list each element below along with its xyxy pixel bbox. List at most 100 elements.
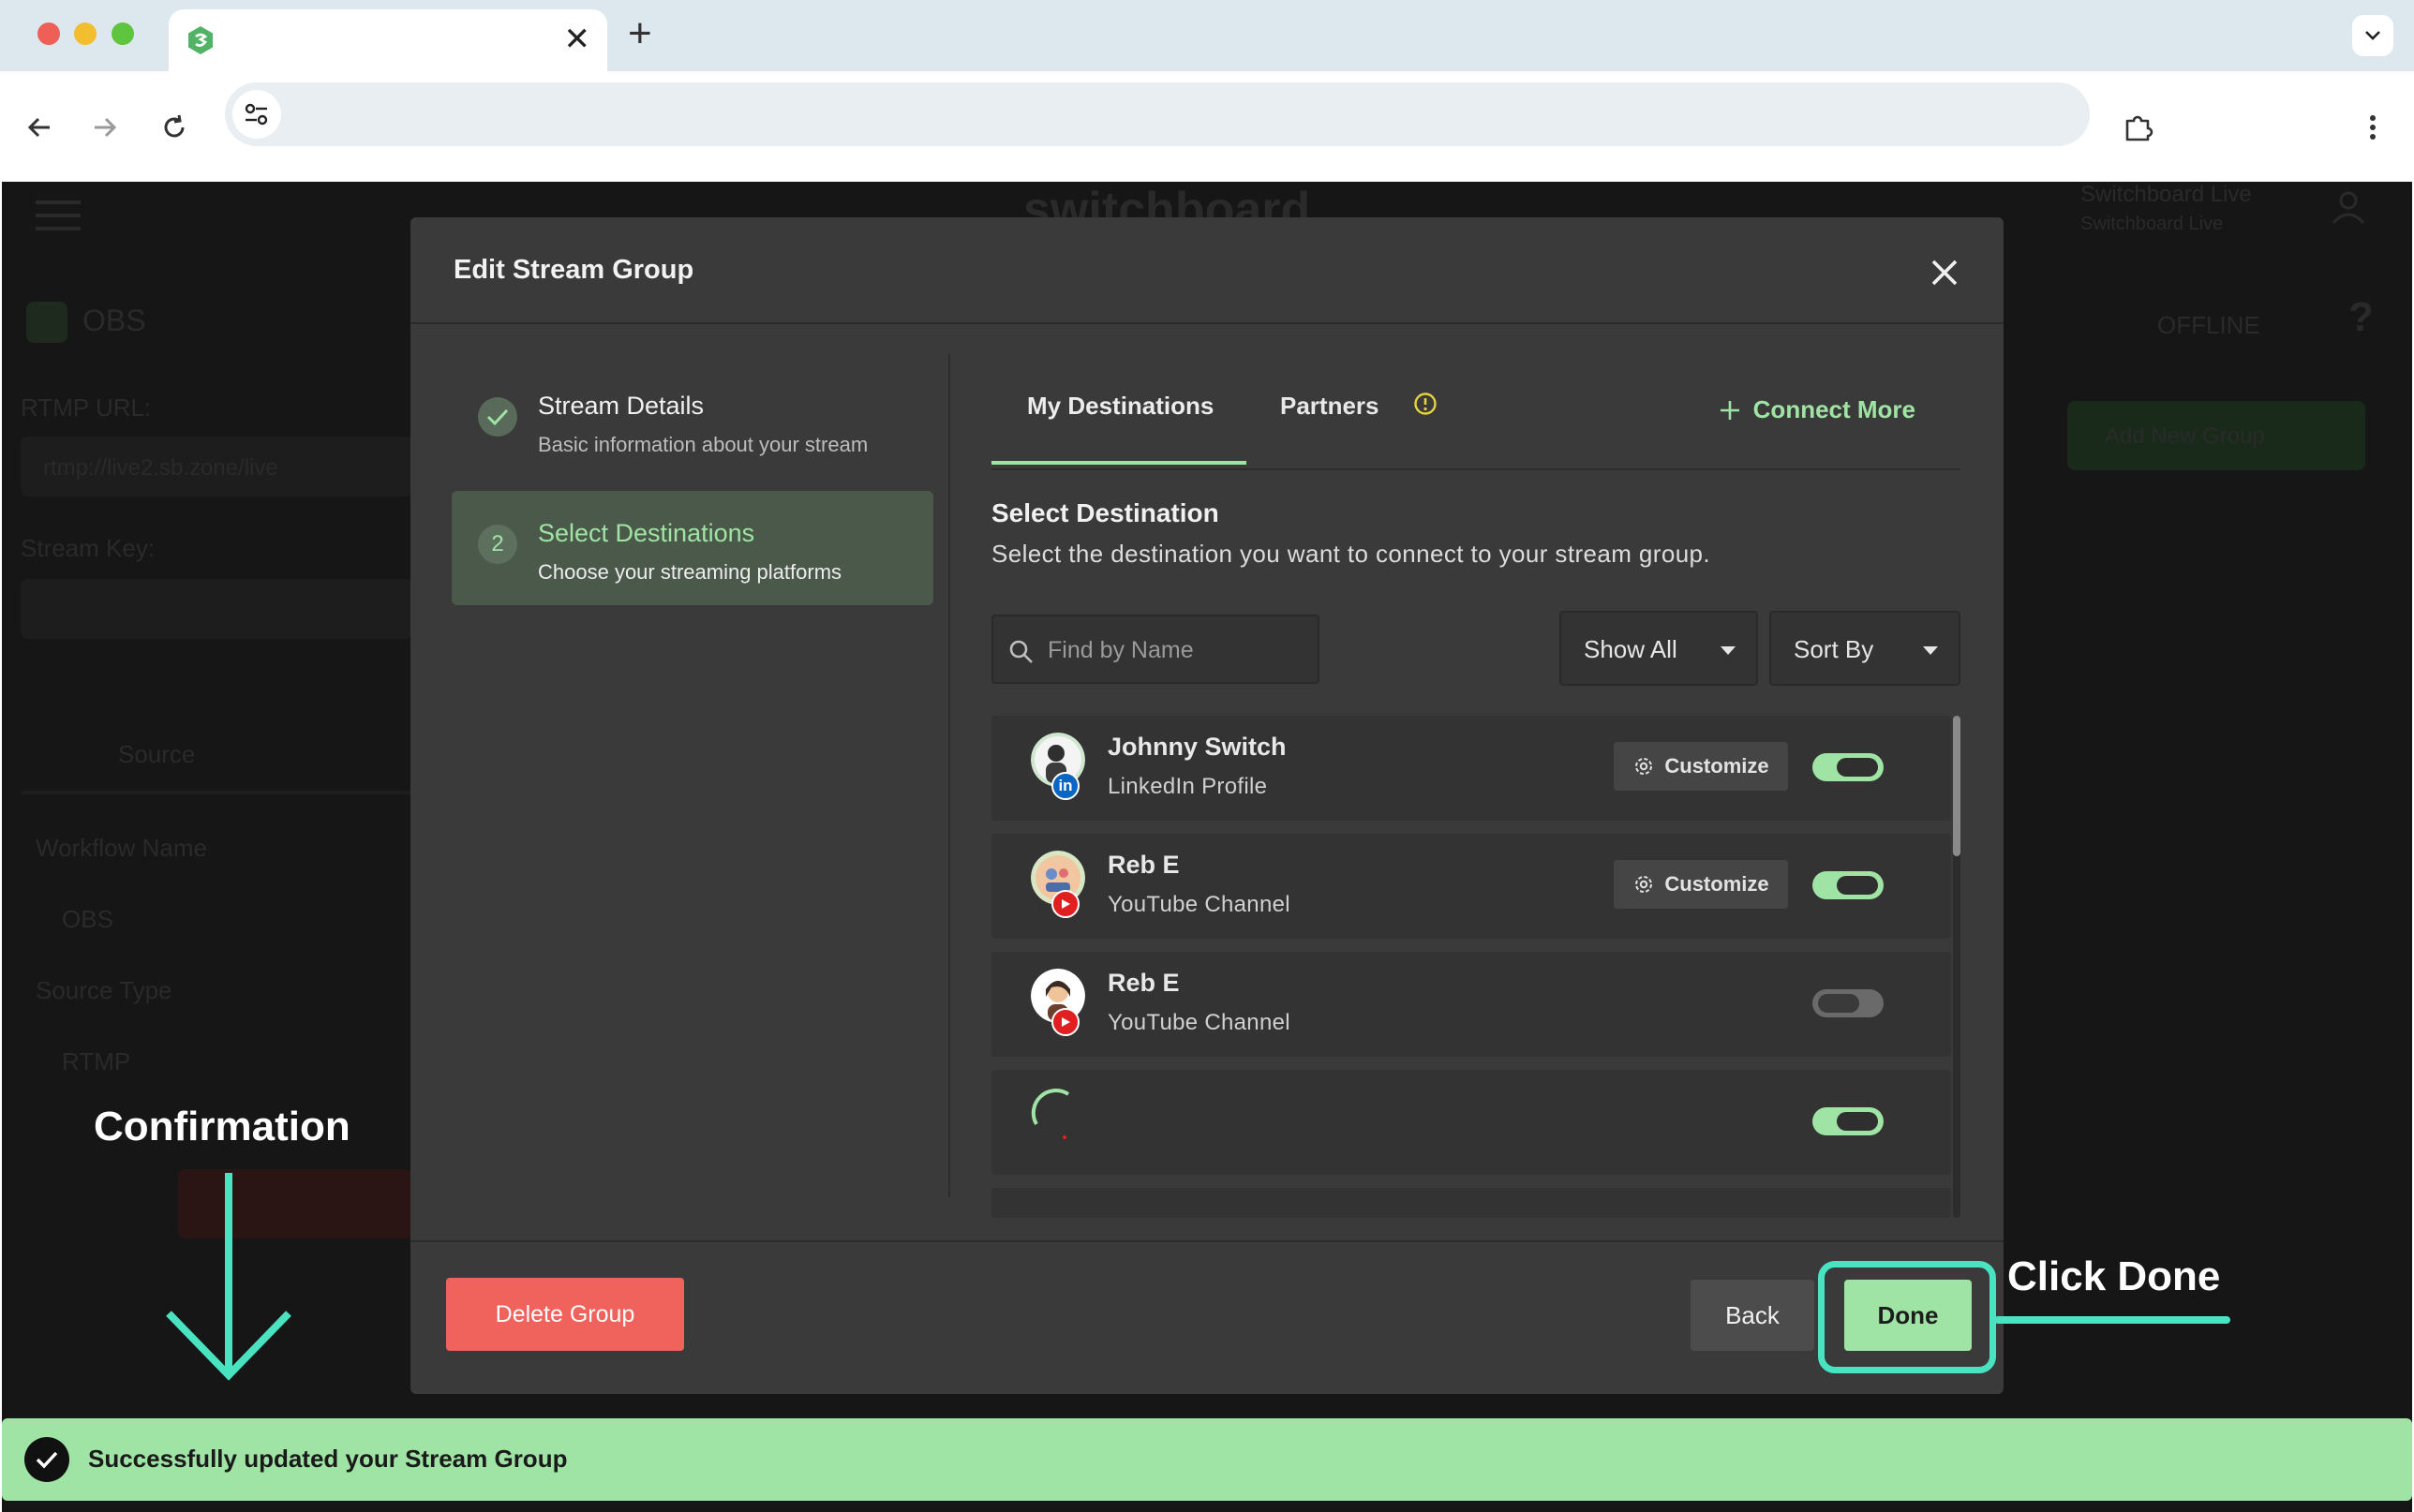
extensions-puzzle-icon[interactable] — [2120, 109, 2157, 146]
customize-label: Customize — [1664, 754, 1769, 778]
tab-search-button[interactable] — [2352, 15, 2393, 56]
address-bar[interactable] — [225, 82, 2090, 146]
panel-divider — [948, 354, 950, 1197]
back-arrow-icon[interactable] — [21, 109, 58, 146]
success-toast: Successfully updated your Stream Group — [2, 1418, 2412, 1501]
switchboard-favicon-icon — [188, 26, 213, 54]
modal-title: Edit Stream Group — [454, 255, 694, 285]
destination-row: in Johnny Switch LinkedIn Profile Custom… — [991, 716, 1951, 821]
destination-type: YouTube Channel — [1108, 1010, 1290, 1035]
destination-toggle[interactable] — [1812, 871, 1884, 899]
browser-menu-icon[interactable] — [2354, 109, 2392, 146]
step-select-destinations[interactable]: 2 Select Destinations Choose your stream… — [452, 491, 933, 605]
connect-more-button[interactable]: Connect More — [1718, 395, 1915, 424]
hamburger-menu-icon[interactable] — [36, 199, 81, 232]
window-close-dot[interactable] — [37, 22, 60, 45]
obs-icon — [26, 302, 67, 343]
destination-type: LinkedIn Profile — [1108, 774, 1268, 799]
destination-list: in Johnny Switch LinkedIn Profile Custom… — [991, 716, 1960, 1218]
add-new-group-label: Add New Group — [2105, 423, 2265, 449]
source-type-label: Source Type — [36, 976, 172, 1004]
destination-row — [991, 1188, 1951, 1218]
step-number: 2 — [478, 525, 517, 564]
sort-dropdown[interactable]: Sort By — [1769, 611, 1960, 686]
check-icon — [478, 397, 517, 437]
down-arrow-icon — [166, 1173, 291, 1381]
connect-more-label: Connect More — [1752, 395, 1915, 423]
edit-stream-group-modal: Edit Stream Group Stream Details Basic i… — [410, 217, 2004, 1394]
click-done-label: Click Done — [2007, 1253, 2221, 1299]
avatar — [1031, 1087, 1085, 1141]
customize-button[interactable]: Customize — [1614, 860, 1788, 909]
destination-row: Reb E YouTube Channel — [991, 952, 1951, 1057]
done-highlight-box — [1818, 1261, 1996, 1373]
info-warning-icon[interactable] — [1413, 392, 1438, 416]
new-tab-icon[interactable]: + — [628, 13, 652, 54]
scroll-thumb[interactable] — [1953, 716, 1960, 856]
search-input[interactable] — [1048, 624, 1310, 676]
destination-row — [991, 1070, 1951, 1175]
chevron-down-icon — [2365, 31, 2380, 40]
tab-partners[interactable]: Partners — [1280, 392, 1379, 421]
destination-toggle[interactable] — [1812, 989, 1884, 1017]
confirmation-label: Confirmation — [94, 1104, 350, 1149]
destination-toggle[interactable] — [1812, 1107, 1884, 1135]
delete-group-button[interactable]: Delete Group — [446, 1278, 684, 1351]
step-subtitle: Basic information about your stream — [538, 433, 869, 456]
active-tab-indicator — [991, 461, 1246, 465]
list-scrollbar[interactable] — [1953, 716, 1960, 1218]
filter-dropdown[interactable]: Show All — [1559, 611, 1758, 686]
source-type-value: RTMP — [62, 1047, 131, 1075]
toast-message: Successfully updated your Stream Group — [88, 1445, 568, 1473]
step-list: Stream Details Basic information about y… — [452, 363, 933, 618]
destination-name: Johnny Switch — [1108, 733, 1287, 761]
sort-selected: Sort By — [1794, 635, 1874, 663]
caret-down-icon — [1721, 646, 1736, 655]
linkedin-icon: in — [1051, 772, 1080, 800]
destination-toggle[interactable] — [1812, 753, 1884, 781]
window-maximize-dot[interactable] — [112, 22, 134, 45]
account-name: Switchboard Live — [2080, 182, 2252, 207]
success-check-icon — [24, 1437, 69, 1482]
filter-selected: Show All — [1584, 635, 1677, 663]
obs-label: OBS — [82, 304, 146, 337]
modal-footer: Delete Group Back Done — [410, 1240, 2004, 1394]
youtube-icon — [1051, 1008, 1080, 1036]
rtmp-url-label: RTMP URL: — [21, 393, 152, 422]
reload-icon[interactable] — [156, 109, 193, 146]
step-title: Select Destinations — [538, 519, 755, 547]
destination-name: Reb E — [1108, 969, 1180, 997]
workflow-name-label: Workflow Name — [36, 834, 208, 862]
tab-my-destinations[interactable]: My Destinations — [1027, 392, 1214, 421]
window-minimize-dot[interactable] — [74, 22, 97, 45]
browser-tab-strip: ✕ + — [0, 0, 2414, 71]
tab-close-icon[interactable]: ✕ — [564, 22, 591, 56]
section-title: Select Destination — [991, 498, 1219, 527]
customize-button[interactable]: Customize — [1614, 742, 1788, 791]
back-button[interactable]: Back — [1691, 1280, 1814, 1351]
forward-arrow-icon[interactable] — [86, 109, 124, 146]
step-stream-details[interactable]: Stream Details Basic information about y… — [452, 363, 933, 478]
rtmp-url-value: rtmp://live2.sb.zone/live — [43, 455, 278, 481]
gear-icon — [1635, 876, 1653, 893]
stream-key-field — [21, 579, 414, 639]
plus-icon — [1720, 400, 1739, 420]
close-icon[interactable] — [1929, 257, 1960, 289]
browser-tab[interactable]: ✕ — [169, 9, 607, 71]
youtube-icon — [1051, 890, 1080, 918]
modal-header: Edit Stream Group — [410, 217, 2004, 324]
step-title: Stream Details — [538, 392, 705, 420]
help-icon[interactable]: ? — [2348, 294, 2374, 341]
callout-line — [1994, 1316, 2230, 1324]
section-subtitle: Select the destination you want to conne… — [991, 540, 1711, 568]
caret-down-icon — [1923, 646, 1938, 655]
gear-icon — [1635, 758, 1653, 775]
destination-type: YouTube Channel — [1108, 892, 1290, 917]
user-avatar-icon[interactable] — [2330, 187, 2367, 225]
destination-row: Reb E YouTube Channel Customize — [991, 834, 1951, 939]
customize-label: Customize — [1664, 872, 1769, 896]
stream-key-label: Stream Key: — [21, 534, 156, 562]
offline-status: OFFLINE — [2157, 311, 2260, 339]
source-tab-divider — [21, 791, 414, 794]
site-settings-icon[interactable] — [232, 90, 281, 139]
